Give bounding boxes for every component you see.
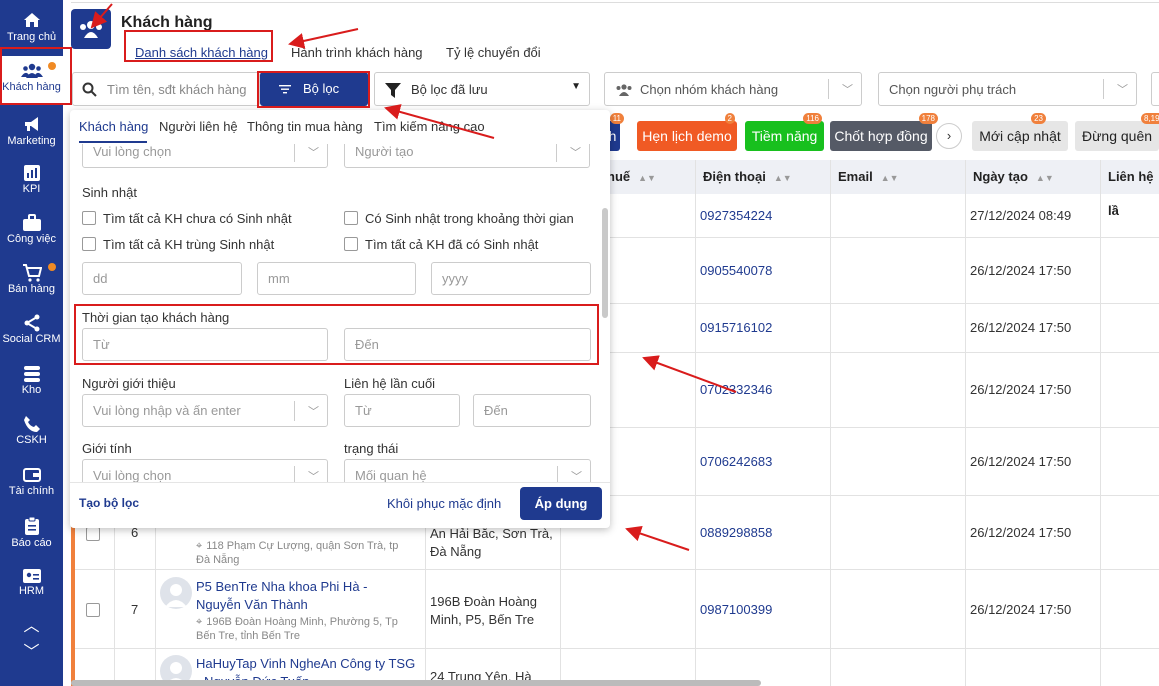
app-root: Trang chủ Khách hàng Marketing KPI Công … bbox=[0, 0, 1159, 686]
annotation-arrows bbox=[90, 3, 737, 551]
